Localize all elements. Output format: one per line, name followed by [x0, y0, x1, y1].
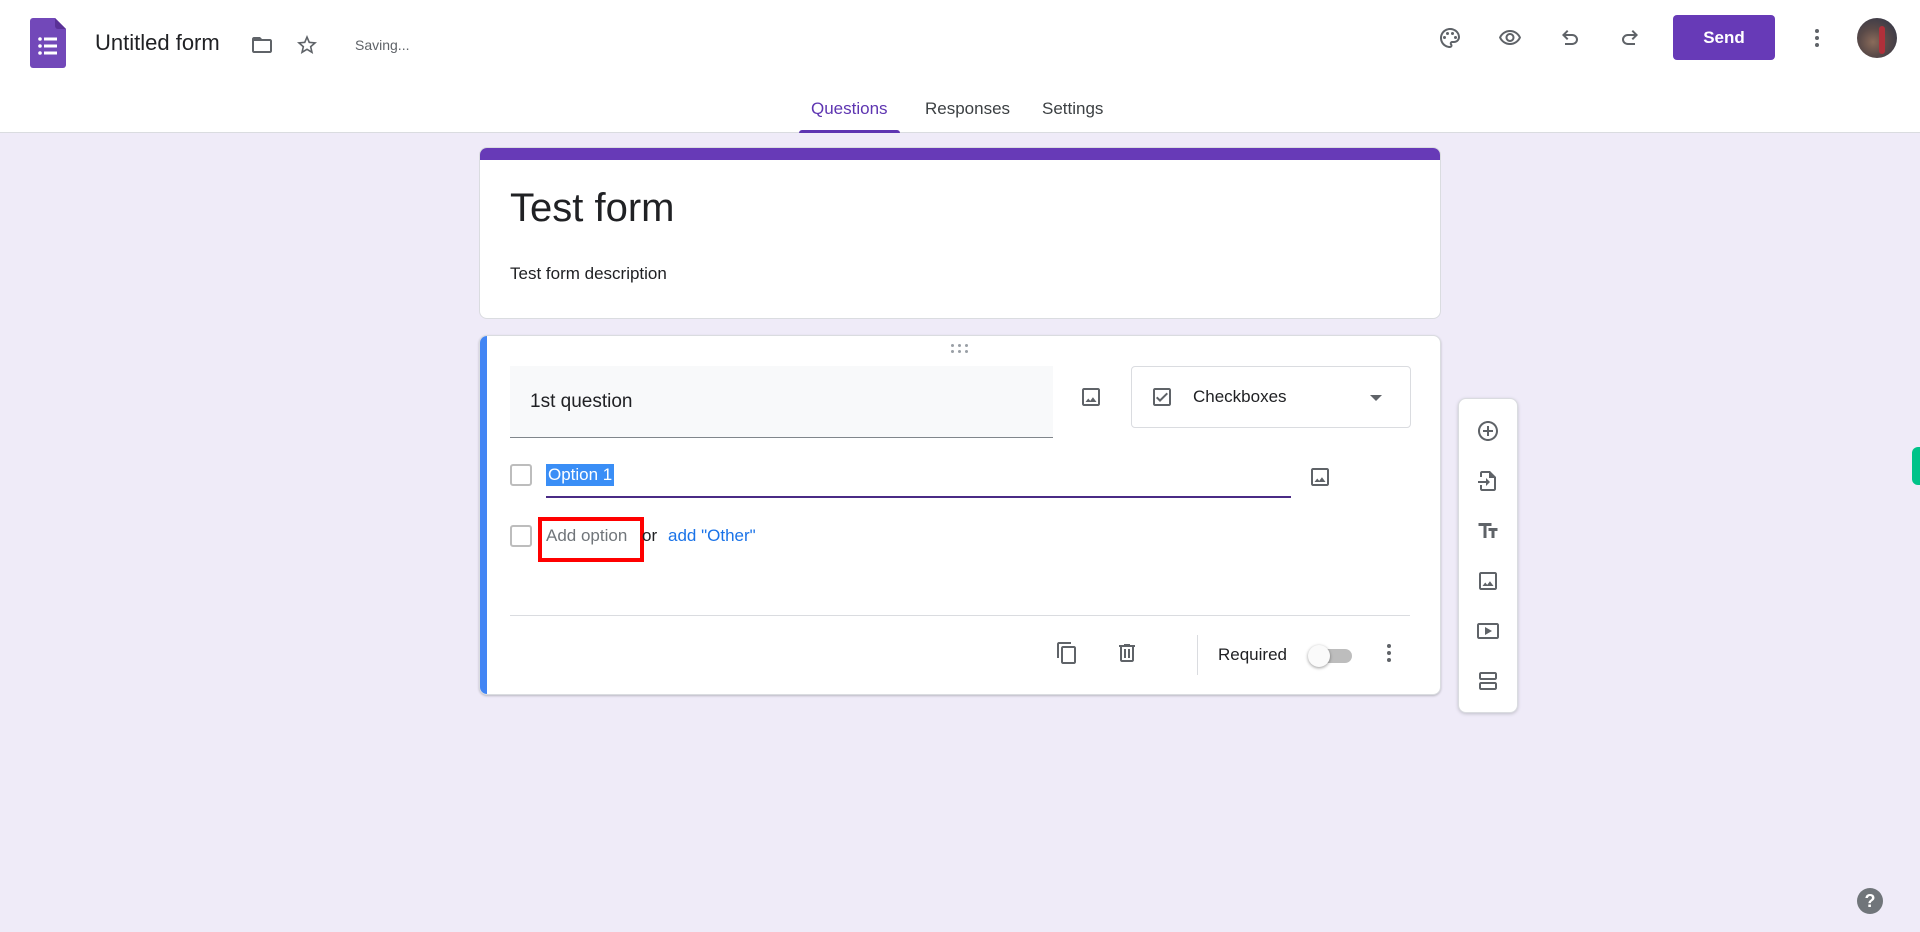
import-file-icon [1478, 471, 1496, 491]
preview-button[interactable] [1490, 18, 1530, 58]
add-question-button[interactable] [1468, 411, 1508, 451]
duplicate-question-button[interactable] [1047, 633, 1087, 673]
folder-icon [252, 37, 272, 53]
form-title[interactable]: Test form [510, 186, 674, 231]
undo-icon [1562, 30, 1578, 45]
tab-settings[interactable]: Settings [1030, 92, 1115, 133]
undo-button[interactable] [1550, 18, 1590, 58]
add-title-description-button[interactable] [1468, 511, 1508, 551]
move-to-folder-button[interactable] [242, 25, 282, 65]
customize-theme-button[interactable] [1430, 18, 1470, 58]
section-icon [1479, 672, 1497, 690]
side-panel-tab[interactable] [1912, 447, 1920, 485]
tab-responses[interactable]: Responses [913, 92, 1022, 133]
theme-accent-bar [480, 148, 1440, 160]
avatar[interactable] [1857, 18, 1897, 58]
drag-handle-icon[interactable] [951, 344, 973, 356]
question-title-input[interactable]: 1st question [510, 366, 1053, 438]
forms-logo-icon[interactable] [30, 18, 66, 68]
video-icon [1477, 623, 1499, 639]
more-vert-icon [1815, 29, 1819, 47]
form-header-card: Test form Test form description [479, 147, 1441, 319]
option-text-selected: Option 1 [546, 464, 615, 486]
add-section-button[interactable] [1468, 661, 1508, 701]
image-icon [1479, 572, 1497, 590]
footer-separator [1197, 635, 1198, 675]
redo-icon [1622, 30, 1638, 45]
add-other-link[interactable]: add "Other" [668, 526, 756, 546]
toggle-thumb [1308, 645, 1330, 667]
import-questions-button[interactable] [1468, 461, 1508, 501]
option-input[interactable]: Option 1 [546, 456, 1291, 498]
save-status: Saving... [355, 37, 410, 53]
checkbox-type-icon [1153, 388, 1171, 406]
add-option-button[interactable]: Add option [546, 526, 627, 546]
trash-icon [1119, 644, 1135, 662]
text-title-icon [1478, 523, 1498, 538]
add-image-button[interactable] [1468, 561, 1508, 601]
add-option-image-button[interactable] [1300, 457, 1340, 497]
top-bar: Untitled form Saving... Send Questions R… [0, 0, 1920, 133]
star-icon [297, 35, 317, 54]
question-more-options-button[interactable] [1369, 633, 1409, 673]
add-question-image-button[interactable] [1071, 377, 1111, 417]
question-type-dropdown[interactable]: Checkboxes [1131, 366, 1411, 428]
tab-bar: Questions Responses Settings [0, 92, 1920, 133]
required-toggle[interactable] [1306, 643, 1358, 669]
document-title[interactable]: Untitled form [95, 30, 220, 56]
add-video-button[interactable] [1468, 611, 1508, 651]
add-circle-icon [1478, 421, 1498, 441]
help-button[interactable]: ? [1857, 888, 1883, 914]
form-description[interactable]: Test form description [510, 264, 667, 284]
send-button[interactable]: Send [1673, 15, 1775, 60]
footer-divider [510, 615, 1410, 616]
redo-button[interactable] [1610, 18, 1650, 58]
active-question-indicator [480, 336, 487, 694]
preview-eye-icon [1499, 30, 1521, 45]
more-vert-icon [1387, 644, 1391, 662]
option-checkbox [510, 464, 532, 486]
more-options-button[interactable] [1797, 18, 1837, 58]
tab-questions[interactable]: Questions [799, 92, 900, 133]
required-label: Required [1218, 645, 1287, 664]
copy-icon [1057, 642, 1076, 664]
image-icon [1082, 388, 1100, 406]
delete-question-button[interactable] [1107, 633, 1147, 673]
question-card: 1st question Checkboxes Option 1 Add opt… [479, 335, 1441, 695]
question-type-label: Checkboxes [1193, 387, 1287, 406]
star-button[interactable] [287, 25, 327, 65]
side-toolbar [1458, 398, 1518, 713]
palette-icon [1440, 28, 1460, 48]
or-label: or [642, 526, 658, 545]
image-icon [1311, 468, 1329, 486]
chevron-down-icon [1370, 395, 1382, 401]
option-checkbox [510, 525, 532, 547]
